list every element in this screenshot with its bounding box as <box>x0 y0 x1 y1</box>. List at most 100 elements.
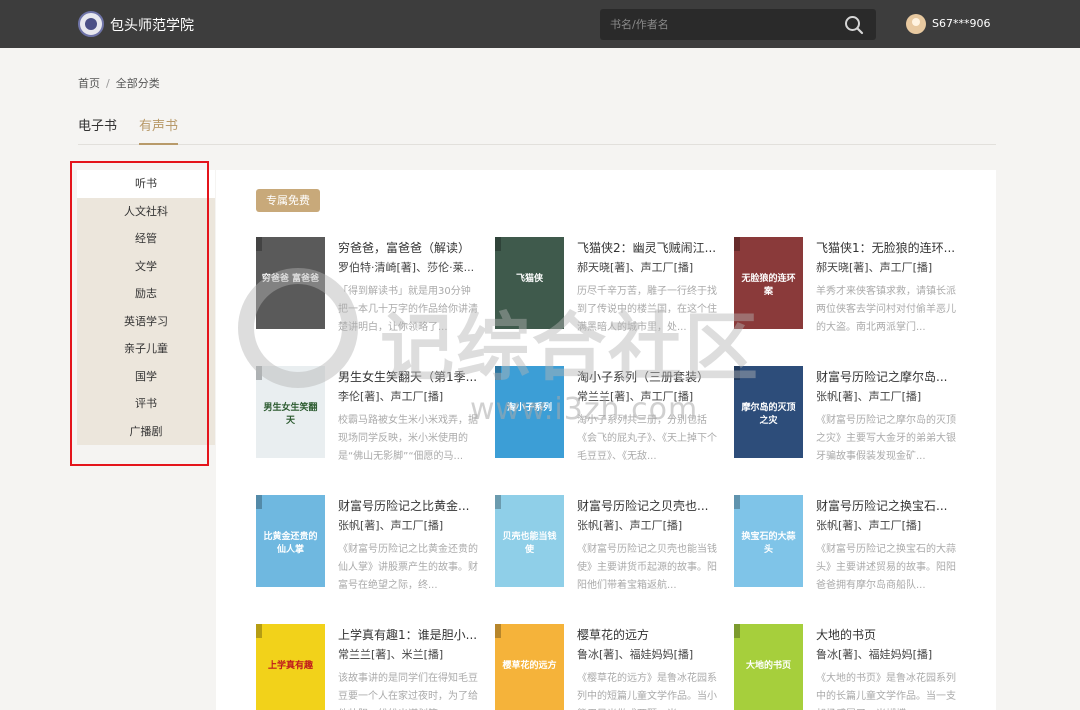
book-title[interactable]: 淘小子系列（三册套装） <box>577 368 719 385</box>
cover-title: 樱草花的远方 <box>502 661 557 671</box>
book-cover[interactable]: 男生女生笑翻天 <box>256 366 325 458</box>
sidebar-item-humanities[interactable]: 人文社科 <box>77 197 215 225</box>
book-title[interactable]: 大地的书页 <box>816 626 958 643</box>
book-description: 校霸马路被女生米小米戏弄，据现场同学反映，米小米使用的是“佛山无影脚”“佃愿的马… <box>338 415 478 462</box>
sidebar-item-inspiration[interactable]: 励志 <box>77 280 215 308</box>
username[interactable]: S67***906 <box>932 17 990 30</box>
breadcrumb: 首页 / 全部分类 <box>78 75 160 91</box>
book-author: 张帆[著]、声工厂[播] <box>338 519 444 532</box>
book-card[interactable]: 男生女生笑翻天 男生女生笑翻天（第1季... 李伦[著]、声工厂[播] 校霸马路… <box>256 366 486 462</box>
university-logo[interactable] <box>78 11 104 37</box>
book-title[interactable]: 财富号历险记之贝壳也... <box>577 497 719 514</box>
book-author: 张帆[著]、声工厂[播] <box>577 519 683 532</box>
cover-title: 飞猫侠 <box>515 274 543 284</box>
book-description: 《樱草花的远方》是鲁冰花园系列中的短篇儿童文学作品。当小熊用目光做成两颗，当..… <box>577 673 717 710</box>
book-author: 郝天晓[著]、声工厂[播] <box>577 261 694 274</box>
book-description: 《大地的书页》是鲁冰花园系列中的长篇儿童文学作品。当一支胡杨感冒了，当蝴蝶... <box>816 673 956 710</box>
book-cover[interactable]: 淘小子系列 <box>495 366 564 458</box>
book-description: 历尽千辛万苦，雕子一行终于找到了传说中的楼兰国，在这个住满黑暗人的城市里，处..… <box>577 286 717 333</box>
book-description: 《财富号历险记之摩尔岛的灭顶之灾》主要写大金牙的弟弟大银牙骗故事假装发现金矿..… <box>816 415 956 462</box>
cover-title: 摩尔岛的灭顶之灾 <box>741 403 796 426</box>
book-card[interactable]: 换宝石的大蒜头 财富号历险记之换宝石... 张帆[著]、声工厂[播] 《财富号历… <box>734 495 964 591</box>
book-description: 该故事讲的是同学们在得知毛豆豆要一个人在家过夜时，为了给他壮胆，纷纷出谋划策..… <box>338 673 478 710</box>
cover-title: 男生女生笑翻天 <box>263 403 318 426</box>
brand-name[interactable]: 包头师范学院 <box>110 15 194 35</box>
book-cover[interactable]: 飞猫侠 <box>495 237 564 329</box>
book-author: 罗伯特·清崎[著]、莎伦·莱... <box>338 261 475 274</box>
cover-title: 大地的书页 <box>745 661 791 671</box>
sidebar-item-storytelling[interactable]: 评书 <box>77 390 215 418</box>
exclusive-free-badge[interactable]: 专属免费 <box>256 189 320 212</box>
sidebar-item-children[interactable]: 亲子儿童 <box>77 335 215 363</box>
cover-title: 贝壳也能当钱使 <box>502 532 557 555</box>
book-card[interactable]: 比黄金还贵的仙人掌 财富号历险记之比黄金... 张帆[著]、声工厂[播] 《财富… <box>256 495 486 591</box>
cover-title: 换宝石的大蒜头 <box>741 532 796 555</box>
book-description: 淘小子系列共三册，分别包括《会飞的屁丸子》、《天上掉下个毛豆豆》、《无敌... <box>577 415 717 462</box>
book-author: 鲁冰[著]、福娃妈妈[播] <box>816 648 933 661</box>
book-author: 张帆[著]、声工厂[播] <box>816 390 922 403</box>
cover-title: 穷爸爸 富爸爸 <box>261 274 320 284</box>
user-avatar[interactable] <box>906 14 926 34</box>
book-author: 常兰兰[著]、米兰[播] <box>338 648 444 661</box>
sidebar-item-business[interactable]: 经管 <box>77 225 215 253</box>
search-input[interactable] <box>610 9 830 40</box>
breadcrumb-current: 全部分类 <box>115 77 160 90</box>
sidebar-item-chinese-classics[interactable]: 国学 <box>77 362 215 390</box>
book-cover[interactable]: 换宝石的大蒜头 <box>734 495 803 587</box>
book-card[interactable]: 穷爸爸 富爸爸 穷爸爸，富爸爸（解读） 罗伯特·清崎[著]、莎伦·莱... 「得… <box>256 237 486 333</box>
book-title[interactable]: 男生女生笑翻天（第1季... <box>338 368 480 385</box>
category-sidebar: 听书 人文社科 经管 文学 励志 英语学习 亲子儿童 国学 评书 广播剧 <box>77 170 215 445</box>
book-cover[interactable]: 上学真有趣 <box>256 624 325 710</box>
book-title[interactable]: 飞猫侠1：无脸狼的连环... <box>816 239 958 256</box>
book-card[interactable]: 淘小子系列 淘小子系列（三册套装） 常兰兰[著]、声工厂[播] 淘小子系列共三册… <box>495 366 725 462</box>
book-cover[interactable]: 贝壳也能当钱使 <box>495 495 564 587</box>
book-cover[interactable]: 摩尔岛的灭顶之灾 <box>734 366 803 458</box>
book-description: 「得到解读书」就是用30分钟把一本几十万字的作品给你讲清楚讲明白，让你领略了..… <box>338 286 478 333</box>
cover-title: 无脸狼的连环案 <box>741 274 796 297</box>
breadcrumb-home[interactable]: 首页 <box>78 77 100 90</box>
book-card[interactable]: 上学真有趣 上学真有趣1：谁是胆小... 常兰兰[著]、米兰[播] 该故事讲的是… <box>256 624 486 710</box>
book-author: 郝天晓[著]、声工厂[播] <box>816 261 933 274</box>
breadcrumb-separator: / <box>106 77 110 90</box>
book-title[interactable]: 财富号历险记之换宝石... <box>816 497 958 514</box>
book-description: 《财富号历险记之比黄金还贵的仙人掌》讲股票产生的故事。财富号在绝望之际，终... <box>338 544 478 591</box>
book-cover[interactable]: 穷爸爸 富爸爸 <box>256 237 325 329</box>
book-cover[interactable]: 无脸狼的连环案 <box>734 237 803 329</box>
book-cover[interactable]: 樱草花的远方 <box>495 624 564 710</box>
book-title[interactable]: 樱草花的远方 <box>577 626 719 643</box>
sidebar-item-listen[interactable]: 听书 <box>77 170 215 198</box>
book-card[interactable]: 飞猫侠 飞猫侠2：幽灵飞贼闹江... 郝天晓[著]、声工厂[播] 历尽千辛万苦，… <box>495 237 725 333</box>
book-title[interactable]: 飞猫侠2：幽灵飞贼闹江... <box>577 239 719 256</box>
book-title[interactable]: 财富号历险记之摩尔岛... <box>816 368 958 385</box>
book-author: 鲁冰[著]、福娃妈妈[播] <box>577 648 694 661</box>
book-title[interactable]: 财富号历险记之比黄金... <box>338 497 480 514</box>
book-cover[interactable]: 比黄金还贵的仙人掌 <box>256 495 325 587</box>
cover-title: 比黄金还贵的仙人掌 <box>263 532 318 555</box>
cover-title: 淘小子系列 <box>506 403 552 413</box>
sidebar-item-radio-drama[interactable]: 广播剧 <box>77 417 215 445</box>
book-card[interactable]: 摩尔岛的灭顶之灾 财富号历险记之摩尔岛... 张帆[著]、声工厂[播] 《财富号… <box>734 366 964 462</box>
top-navigation-bar: 包头师范学院 S67***906 <box>0 0 1080 48</box>
book-author: 李伦[著]、声工厂[播] <box>338 390 444 403</box>
book-list-panel: 专属免费 穷爸爸 富爸爸 穷爸爸，富爸爸（解读） 罗伯特·清崎[著]、莎伦·莱.… <box>216 170 996 710</box>
book-card[interactable]: 贝壳也能当钱使 财富号历险记之贝壳也... 张帆[著]、声工厂[播] 《财富号历… <box>495 495 725 591</box>
tab-ebook[interactable]: 电子书 <box>78 115 117 143</box>
book-author: 常兰兰[著]、声工厂[播] <box>577 390 694 403</box>
book-author: 张帆[著]、声工厂[播] <box>816 519 922 532</box>
search-box <box>600 9 876 40</box>
book-card[interactable]: 无脸狼的连环案 飞猫侠1：无脸狼的连环... 郝天晓[著]、声工厂[播] 羊秀才… <box>734 237 964 333</box>
cover-title: 上学真有趣 <box>267 661 313 671</box>
book-description: 《财富号历险记之贝壳也能当钱使》主要讲货币起源的故事。阳阳他们带着宝箱返航... <box>577 544 717 591</box>
media-type-tabs: 电子书 有声书 <box>78 115 996 145</box>
book-cover[interactable]: 大地的书页 <box>734 624 803 710</box>
book-title[interactable]: 穷爸爸，富爸爸（解读） <box>338 239 480 256</box>
book-title[interactable]: 上学真有趣1：谁是胆小... <box>338 626 480 643</box>
book-card[interactable]: 樱草花的远方 樱草花的远方 鲁冰[著]、福娃妈妈[播] 《樱草花的远方》是鲁冰花… <box>495 624 725 710</box>
sidebar-item-english[interactable]: 英语学习 <box>77 307 215 335</box>
book-card[interactable]: 大地的书页 大地的书页 鲁冰[著]、福娃妈妈[播] 《大地的书页》是鲁冰花园系列… <box>734 624 964 710</box>
sidebar-item-literature[interactable]: 文学 <box>77 252 215 280</box>
tab-audiobook[interactable]: 有声书 <box>139 115 179 145</box>
book-description: 羊秀才来侠客镇求救，请镇长派两位侠客去学问村对付偷羊恶儿的大盗。南北两派掌门..… <box>816 286 956 333</box>
book-description: 《财富号历险记之换宝石的大蒜头》主要讲述贸易的故事。阳阳爸爸拥有摩尔岛商船队..… <box>816 544 956 591</box>
search-icon[interactable] <box>844 15 864 35</box>
